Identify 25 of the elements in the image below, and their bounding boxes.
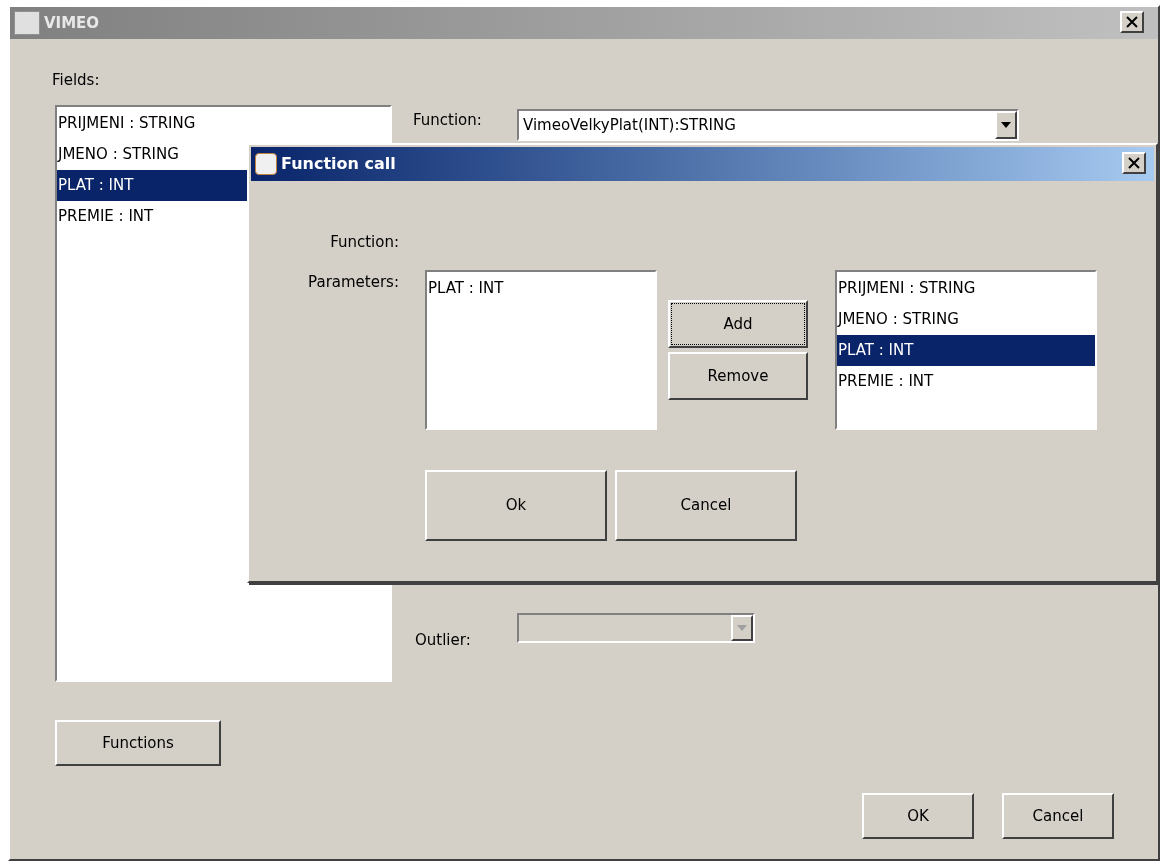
fields-list[interactable]: PRIJMENI : STRING JMENO : STRING PLAT : INT PREMIE : INT: [835, 270, 1097, 430]
list-item[interactable]: JMENO : STRING: [837, 304, 1095, 335]
close-icon: [1128, 157, 1140, 169]
list-item[interactable]: PRIJMENI : STRING: [57, 108, 390, 139]
list-item[interactable]: PRIJMENI : STRING: [837, 273, 1095, 304]
side-button[interactable]: Remove: [668, 352, 808, 400]
fields-label: Fields:: [52, 70, 100, 91]
dialog-button[interactable]: OK: [862, 793, 974, 839]
functions-button[interactable]: Functions: [55, 720, 221, 766]
combo-value: VimeoVelkyPlat(INT):STRING: [522, 114, 737, 136]
window-title: VIMEO: [44, 12, 100, 34]
outlier-label: Outlier:: [415, 630, 471, 651]
close-button[interactable]: [1120, 11, 1144, 33]
list-item[interactable]: PLAT : INT: [427, 273, 655, 304]
list-item[interactable]: PREMIE : INT: [837, 366, 1095, 397]
close-button[interactable]: [1122, 152, 1146, 174]
list-item[interactable]: PLAT : INT: [837, 335, 1095, 366]
dialog-button[interactable]: Cancel: [615, 470, 797, 541]
dialog-button[interactable]: Cancel: [1002, 793, 1114, 839]
function-label: Function:: [413, 110, 482, 131]
side-button[interactable]: Add: [668, 300, 808, 348]
function-combo[interactable]: VimeoVelkyPlat(INT):STRING: [517, 109, 1019, 141]
parameters-list[interactable]: PLAT : INT: [425, 270, 657, 430]
close-icon: [1126, 16, 1138, 28]
dialog-button[interactable]: Ok: [425, 470, 607, 541]
